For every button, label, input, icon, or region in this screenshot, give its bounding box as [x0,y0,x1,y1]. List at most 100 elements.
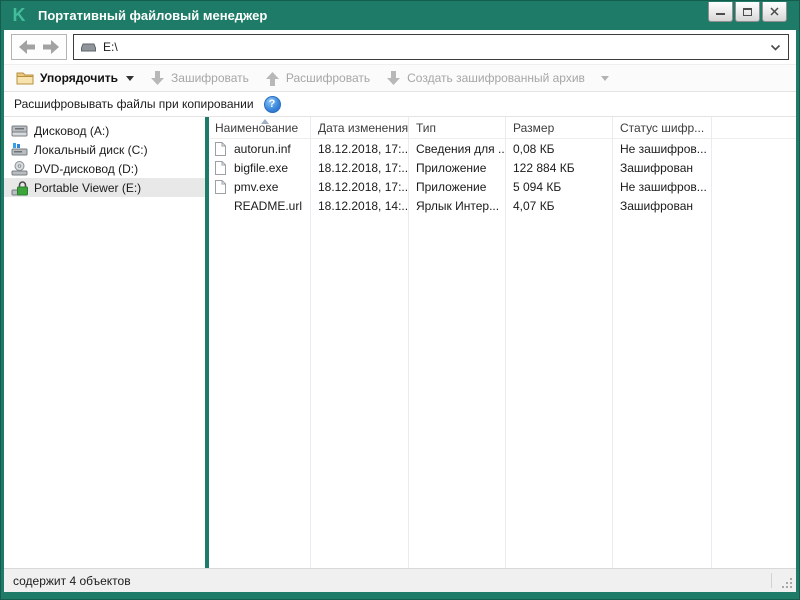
navigation-bar: E:\ [4,30,796,64]
table-row[interactable]: README.url 18.12.2018, 14:... Ярлык Инте… [209,196,796,215]
main-area: Дисковод (A:) Локальный диск (C:) [4,117,796,568]
arrow-up-icon [265,71,280,86]
help-icon[interactable]: ? [264,96,281,113]
file-type: Сведения для ... [408,142,505,156]
file-encryption-status: Зашифрован [612,199,711,213]
nav-button-group [11,34,67,60]
statusbar-separator [771,573,772,588]
table-row[interactable]: pmv.exe 18.12.2018, 17:... Приложение 5 … [209,177,796,196]
address-dropdown-button[interactable] [770,44,781,51]
maximize-button[interactable] [735,2,760,22]
folder-icon [16,71,34,85]
back-button[interactable] [19,40,36,54]
file-icon [214,160,227,176]
sort-ascending-icon [261,119,269,124]
file-encryption-status: Зашифрован [612,161,711,175]
organize-label: Упорядочить [40,71,118,85]
column-header-name[interactable]: Наименование [209,121,310,135]
window-controls [708,2,787,22]
arrow-down-icon [386,71,401,86]
back-arrow-icon [19,40,35,54]
window-title: Портативный файловый менеджер [38,8,267,23]
sidebar-item-drive-e[interactable]: Portable Viewer (E:) [4,178,205,197]
column-separator [711,117,712,568]
table-row[interactable]: autorun.inf 18.12.2018, 17:... Сведения … [209,139,796,158]
decrypt-on-copy-option[interactable]: Расшифровывать файлы при копировании [14,97,254,111]
chevron-down-icon [601,76,609,81]
status-bar: содержит 4 объектов [4,568,796,592]
address-value: E:\ [103,40,118,54]
encrypt-button[interactable]: Зашифровать [146,66,253,90]
column-separator [612,117,613,568]
options-row: Расшифровывать файлы при копировании ? [4,92,796,117]
file-name: README.url [234,199,302,213]
column-header-size[interactable]: Размер [505,121,612,135]
file-encryption-status: Не зашифров... [612,180,711,194]
toolbar: Упорядочить Зашифровать Расшифровать С [4,64,796,92]
column-header-type[interactable]: Тип [408,121,505,135]
drive-icon [81,43,96,52]
create-archive-button[interactable]: Создать зашифрованный архив [382,66,613,90]
file-list-pane: Наименование Дата изменения Тип Размер С… [209,117,796,568]
file-name: autorun.inf [234,142,291,156]
close-icon [770,7,779,16]
sidebar-item-label: DVD-дисковод (D:) [34,162,138,176]
locked-drive-icon [11,180,28,196]
file-name: bigfile.exe [234,161,288,175]
hard-drive-icon [11,142,28,157]
forward-arrow-icon [43,40,59,54]
file-size: 5 094 КБ [505,180,612,194]
column-header-status[interactable]: Статус шифр... [612,121,711,135]
sidebar-item-drive-c[interactable]: Локальный диск (C:) [4,140,205,159]
sidebar-item-label: Локальный диск (C:) [34,143,148,157]
sidebar-item-label: Portable Viewer (E:) [34,181,141,195]
file-date: 18.12.2018, 17:... [310,180,408,194]
arrow-down-icon [150,71,165,86]
address-bar[interactable]: E:\ [73,34,789,60]
app-window: K Портативный файловый менеджер [0,0,800,600]
status-text: содержит 4 объектов [13,574,131,588]
file-icon-empty [214,198,227,214]
file-type: Приложение [408,180,505,194]
sidebar-item-drive-a[interactable]: Дисковод (A:) [4,121,205,140]
column-header-date[interactable]: Дата изменения [310,121,408,135]
file-size: 122 884 КБ [505,161,612,175]
table-row[interactable]: bigfile.exe 18.12.2018, 17:... Приложени… [209,158,796,177]
sidebar-item-drive-d[interactable]: DVD-дисковод (D:) [4,159,205,178]
sidebar-item-label: Дисковод (A:) [34,124,109,138]
titlebar[interactable]: K Портативный файловый менеджер [0,0,800,30]
forward-button[interactable] [42,40,59,54]
file-encryption-status: Не зашифров... [612,142,711,156]
file-icon [214,179,227,195]
file-size: 0,08 КБ [505,142,612,156]
chevron-down-icon [126,76,134,81]
column-separator [408,117,409,568]
grip-dots-icon [782,578,792,588]
decrypt-button[interactable]: Расшифровать [261,66,374,90]
column-separator [310,117,311,568]
file-icon [214,141,227,157]
file-date: 18.12.2018, 17:... [310,142,408,156]
close-button[interactable] [762,2,787,22]
dvd-drive-icon [11,161,28,176]
minimize-icon [716,13,725,15]
file-size: 4,07 КБ [505,199,612,213]
kaspersky-logo-icon: K [9,5,29,25]
minimize-button[interactable] [708,2,733,22]
encrypt-label: Зашифровать [171,71,249,85]
maximize-icon [743,8,752,16]
organize-button[interactable]: Упорядочить [12,66,138,90]
drive-list: Дисковод (A:) Локальный диск (C:) [4,117,205,568]
column-separator [505,117,506,568]
file-type: Приложение [408,161,505,175]
table-header: Наименование Дата изменения Тип Размер С… [209,117,796,139]
file-type: Ярлык Интер... [408,199,505,213]
create-archive-label: Создать зашифрованный архив [407,71,585,85]
file-date: 18.12.2018, 17:... [310,161,408,175]
window-content: E:\ Упорядочить Зашифров [4,30,796,592]
resize-grip[interactable] [780,576,793,589]
decrypt-label: Расшифровать [286,71,370,85]
file-date: 18.12.2018, 14:... [310,199,408,213]
chevron-down-icon [772,45,780,49]
floppy-drive-icon [11,123,28,138]
